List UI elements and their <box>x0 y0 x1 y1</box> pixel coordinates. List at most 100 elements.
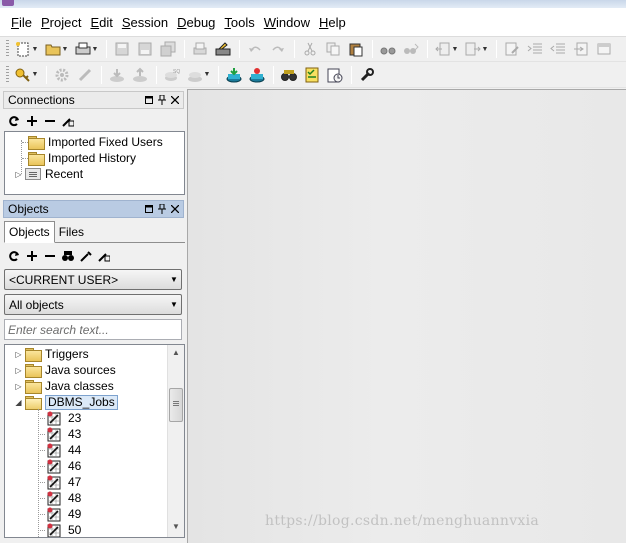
next-window-button[interactable] <box>593 39 615 59</box>
paste-button[interactable] <box>345 39 367 59</box>
binoculars-icon[interactable] <box>60 248 76 264</box>
save-all-button[interactable] <box>157 39 179 59</box>
indent-icon <box>527 43 542 54</box>
explain-plan-button[interactable]: ▼ <box>184 65 213 85</box>
redo-button[interactable] <box>267 39 289 59</box>
key-icon <box>15 68 30 82</box>
cut-button[interactable] <box>299 39 321 59</box>
find-replace-button[interactable] <box>400 39 422 59</box>
scroll-down-icon[interactable]: ▼ <box>168 519 184 535</box>
menu-help-mnemonic: H <box>319 15 329 30</box>
edit-icon[interactable] <box>96 248 112 264</box>
print-button[interactable]: ▼ <box>72 39 101 59</box>
tree-item-java-classes[interactable]: ▷ Java classes <box>14 378 114 394</box>
dbms-job-item[interactable]: 48 <box>38 490 81 506</box>
rollback-button[interactable] <box>129 65 151 85</box>
sql-trace-button[interactable]: SQL <box>161 65 183 85</box>
job-icon <box>47 411 61 426</box>
copy-button[interactable] <box>322 39 344 59</box>
pin-icon[interactable] <box>157 95 167 105</box>
find-button[interactable] <box>377 39 399 59</box>
menu-tools[interactable]: Tools <box>221 14 257 32</box>
search-input[interactable]: Enter search text... <box>4 319 182 340</box>
commit-button[interactable] <box>106 65 128 85</box>
toolbar-grip[interactable] <box>6 65 9 84</box>
menu-edit[interactable]: Edit <box>87 14 115 32</box>
tree-item-label: Java classes <box>45 379 114 393</box>
indent-button[interactable] <box>524 39 546 59</box>
filter-icon[interactable] <box>78 248 94 264</box>
maximize-icon[interactable] <box>144 95 154 105</box>
maximize-icon[interactable] <box>144 204 154 214</box>
checklist-button[interactable] <box>301 65 323 85</box>
menu-session[interactable]: Session <box>119 14 171 32</box>
split-editor-button[interactable] <box>570 39 592 59</box>
tree-item-imported-history[interactable]: Imported History <box>28 150 136 166</box>
dbms-job-item[interactable]: 50 <box>38 522 81 537</box>
dbms-job-item[interactable]: 46 <box>38 458 81 474</box>
add-icon[interactable] <box>24 248 40 264</box>
tree-item-imported-fixed-users[interactable]: Imported Fixed Users <box>28 134 163 150</box>
execute-button[interactable] <box>51 65 73 85</box>
open-button[interactable]: ▼ <box>42 39 71 59</box>
refresh-icon[interactable] <box>6 113 22 129</box>
disconnect-button[interactable] <box>246 65 268 85</box>
scissors-icon <box>304 42 316 56</box>
break-button[interactable] <box>74 65 96 85</box>
tree-item-dbms-jobs[interactable]: ◢ DBMS_Jobs <box>14 394 118 410</box>
object-type-select[interactable]: All objects ▼ <box>4 294 182 315</box>
navigate-back-button[interactable]: ▼ <box>432 39 461 59</box>
refresh-icon[interactable] <box>6 248 22 264</box>
menu-project[interactable]: Project <box>38 14 84 32</box>
dbms-job-item[interactable]: 23 <box>38 410 81 426</box>
unindent-button[interactable] <box>547 39 569 59</box>
vertical-scrollbar[interactable]: ▲ ▼ <box>167 345 184 537</box>
expand-arrow-icon[interactable]: ▷ <box>14 382 23 391</box>
print-preview-button[interactable] <box>189 39 211 59</box>
find-replace-icon <box>404 43 419 54</box>
menu-debug[interactable]: Debug <box>174 14 218 32</box>
tree-item-triggers[interactable]: ▷ Triggers <box>14 346 89 362</box>
tree-item-java-sources[interactable]: ▷ Java sources <box>14 362 116 378</box>
new-button[interactable]: ▼ <box>12 39 41 59</box>
close-icon[interactable] <box>170 95 180 105</box>
expand-arrow-icon[interactable]: ▷ <box>14 170 23 179</box>
menu-window[interactable]: Window <box>261 14 313 32</box>
schedule-button[interactable] <box>324 65 346 85</box>
scrollbar-thumb[interactable] <box>169 388 183 422</box>
remove-icon[interactable] <box>42 113 58 129</box>
folder-open-icon <box>25 396 42 410</box>
dbms-job-item[interactable]: 47 <box>38 474 81 490</box>
add-icon[interactable] <box>24 113 40 129</box>
dbms-job-item[interactable]: 44 <box>38 442 81 458</box>
save-as-button[interactable] <box>134 39 156 59</box>
undo-button[interactable] <box>244 39 266 59</box>
tab-objects[interactable]: Objects <box>4 221 55 243</box>
preferences-button[interactable] <box>356 65 378 85</box>
menu-file[interactable]: File <box>8 14 35 32</box>
dbms-job-item[interactable]: 43 <box>38 426 81 442</box>
objects-tabs: Objects Files <box>4 221 185 243</box>
menu-help[interactable]: Help <box>316 14 349 32</box>
pin-icon[interactable] <box>157 204 167 214</box>
logon-button[interactable]: ▼ <box>12 65 41 85</box>
user-select[interactable]: <CURRENT USER> ▼ <box>4 269 182 290</box>
dbms-job-item[interactable]: 49 <box>38 506 81 522</box>
page-setup-button[interactable] <box>212 39 234 59</box>
object-browser-button[interactable] <box>278 65 300 85</box>
remove-icon[interactable] <box>42 248 58 264</box>
collapse-arrow-icon[interactable]: ◢ <box>14 398 23 407</box>
database-icon: SQL <box>165 69 180 81</box>
save-button[interactable] <box>111 39 133 59</box>
toolbar-grip[interactable] <box>6 40 9 58</box>
expand-arrow-icon[interactable]: ▷ <box>14 366 23 375</box>
scroll-up-icon[interactable]: ▲ <box>168 345 184 361</box>
expand-arrow-icon[interactable]: ▷ <box>14 350 23 359</box>
navigate-forward-button[interactable]: ▼ <box>462 39 491 59</box>
connect-button[interactable] <box>223 65 245 85</box>
tab-files[interactable]: Files <box>55 222 88 242</box>
edit-connection-icon[interactable] <box>60 113 76 129</box>
close-icon[interactable] <box>170 204 180 214</box>
comment-button[interactable] <box>501 39 523 59</box>
tree-item-recent[interactable]: ▷ Recent <box>14 166 83 182</box>
